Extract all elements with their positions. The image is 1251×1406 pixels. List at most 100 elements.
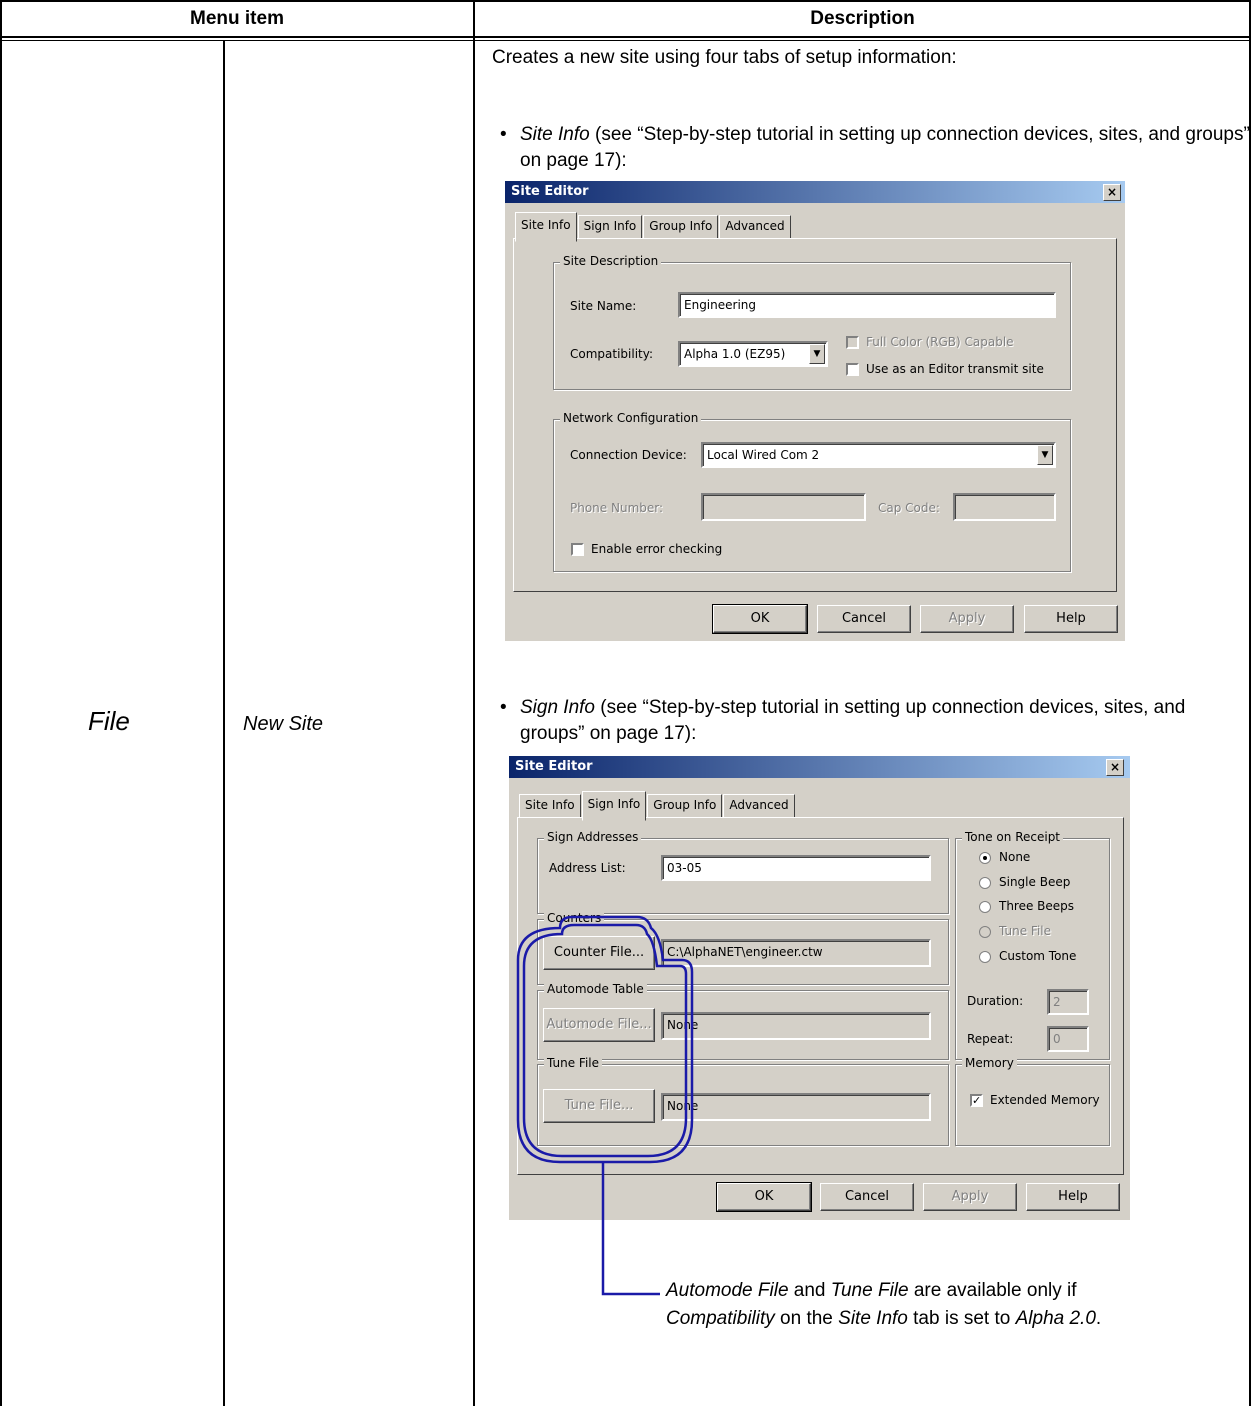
use-editor-label: Use as an Editor transmit site (866, 362, 1044, 376)
counter-file-button[interactable]: Counter File... (543, 936, 655, 970)
full-color-label: Full Color (RGB) Capable (866, 335, 1014, 349)
counter-file-path: C:\AlphaNET\engineer.ctw (661, 939, 931, 967)
intro-text: Creates a new site using four tabs of se… (492, 47, 957, 68)
tone-tune-radio (979, 926, 991, 938)
group-label: Counters (544, 911, 605, 925)
header-menu-item: Menu item (190, 8, 284, 29)
tab-site-info[interactable]: Site Info (515, 212, 577, 242)
phone-number-label: Phone Number: (570, 501, 664, 515)
note-part: Site Info (838, 1308, 908, 1329)
cancel-button[interactable]: Cancel (820, 1183, 914, 1211)
bullet-sign-info-text: (see “Step-by-step tutorial in setting u… (520, 697, 1186, 744)
apply-button: Apply (920, 605, 1014, 633)
header-bottom-border-2 (0, 40, 1251, 41)
note-part: are available only if (908, 1280, 1077, 1301)
tone-none-radio[interactable] (979, 852, 991, 864)
site-name-label: Site Name: (570, 299, 637, 313)
group-label: Site Description (560, 254, 662, 268)
phone-number-input (701, 493, 866, 521)
tab-advanced[interactable]: Advanced (723, 794, 795, 818)
bullet-dot: • (500, 124, 507, 145)
error-check-checkbox[interactable] (571, 543, 584, 556)
bullet-site-info-name: Site Info (520, 124, 590, 145)
group-label: Tune File (544, 1056, 602, 1070)
chevron-down-icon[interactable]: ▼ (1037, 445, 1053, 465)
bullet-site-info-text: (see “Step-by-step tutorial in setting u… (520, 124, 1250, 171)
dialog-title: Site Editor (515, 759, 593, 774)
tab-strip: Site Info Sign Info Group Info Advanced (519, 791, 796, 821)
tune-file-path: None (661, 1093, 931, 1121)
close-icon[interactable]: × (1103, 184, 1121, 201)
site-name-input[interactable]: Engineering (678, 292, 1056, 318)
address-list-input[interactable]: 03-05 (661, 855, 931, 881)
duration-input: 2 (1047, 989, 1089, 1015)
tab-group-info[interactable]: Group Info (647, 794, 723, 818)
site-editor-dialog-sign-info: Site Editor × Site Info Sign Info Group … (509, 756, 1130, 1220)
tab-sign-info[interactable]: Sign Info (577, 215, 643, 239)
group-label: Sign Addresses (544, 830, 642, 844)
cap-code-label: Cap Code: (878, 501, 940, 515)
table-left-border (0, 0, 2, 1406)
tone-single-label: Single Beep (999, 875, 1071, 889)
note-part: Alpha 2.0 (1015, 1308, 1096, 1329)
header-description: Description (810, 8, 915, 29)
repeat-input: 0 (1047, 1026, 1089, 1052)
group-label: Network Configuration (560, 411, 702, 425)
note-part: on the (774, 1308, 839, 1329)
tone-custom-label: Custom Tone (999, 949, 1077, 963)
group-label: Automode Table (544, 982, 647, 996)
full-color-checkbox (846, 336, 859, 349)
ok-button[interactable]: OK (716, 1182, 812, 1212)
apply-button: Apply (923, 1183, 1017, 1211)
error-check-label: Enable error checking (591, 542, 723, 556)
repeat-label: Repeat: (967, 1032, 1014, 1046)
bullet-sign-info-name: Sign Info (520, 697, 595, 718)
menu-sub-label: New Site (243, 713, 324, 735)
note-part: and (788, 1280, 831, 1301)
note-part: . (1095, 1308, 1102, 1329)
note-part: tab is set to (907, 1308, 1016, 1329)
dialog-titlebar: Site Editor × (509, 756, 1130, 778)
help-button[interactable]: Help (1024, 605, 1118, 633)
connection-device-value: Local Wired Com 2 (707, 448, 820, 462)
callout-note: Automode File and Tune File are availabl… (666, 1277, 1136, 1333)
note-part: Compatibility (666, 1308, 775, 1329)
address-list-label: Address List: (549, 861, 626, 875)
cap-code-input (953, 493, 1056, 521)
tab-site-info[interactable]: Site Info (519, 794, 581, 818)
tone-none-label: None (999, 850, 1031, 864)
col-divider-2 (473, 0, 475, 1406)
tone-three-radio[interactable] (979, 901, 991, 913)
cancel-button[interactable]: Cancel (817, 605, 911, 633)
tone-three-label: Three Beeps (999, 899, 1075, 913)
tab-advanced[interactable]: Advanced (719, 215, 791, 239)
group-label: Memory (962, 1056, 1017, 1070)
extended-memory-label: Extended Memory (990, 1093, 1100, 1107)
group-label: Tone on Receipt (962, 830, 1064, 844)
tone-custom-radio[interactable] (979, 951, 991, 963)
extended-memory-checkbox[interactable]: ✓ (970, 1094, 983, 1107)
help-button[interactable]: Help (1026, 1183, 1120, 1211)
connection-device-label: Connection Device: (570, 448, 687, 462)
duration-label: Duration: (967, 994, 1024, 1008)
connection-device-select[interactable]: Local Wired Com 2 ▼ (701, 442, 1056, 468)
compatibility-select[interactable]: Alpha 1.0 (EZ95) ▼ (678, 341, 828, 367)
chevron-down-icon[interactable]: ▼ (809, 344, 825, 364)
tone-single-radio[interactable] (979, 877, 991, 889)
close-icon[interactable]: × (1106, 759, 1124, 776)
tab-strip: Site Info Sign Info Group Info Advanced (515, 212, 792, 242)
site-editor-dialog-site-info: Site Editor × Site Info Sign Info Group … (505, 181, 1125, 641)
dialog-titlebar: Site Editor × (505, 181, 1125, 203)
compatibility-label: Compatibility: (570, 347, 654, 361)
automode-file-path: None (661, 1012, 931, 1040)
ok-button[interactable]: OK (712, 604, 808, 634)
tune-file-button: Tune File... (543, 1089, 655, 1123)
dialog-title: Site Editor (511, 184, 589, 199)
tab-group-info[interactable]: Group Info (643, 215, 719, 239)
automode-file-button: Automode File... (543, 1008, 655, 1042)
use-editor-checkbox[interactable] (846, 363, 859, 376)
compatibility-value: Alpha 1.0 (EZ95) (684, 347, 786, 361)
tab-sign-info[interactable]: Sign Info (581, 791, 647, 821)
bullet-dot: • (500, 697, 507, 718)
menu-main-label: File (88, 706, 130, 736)
